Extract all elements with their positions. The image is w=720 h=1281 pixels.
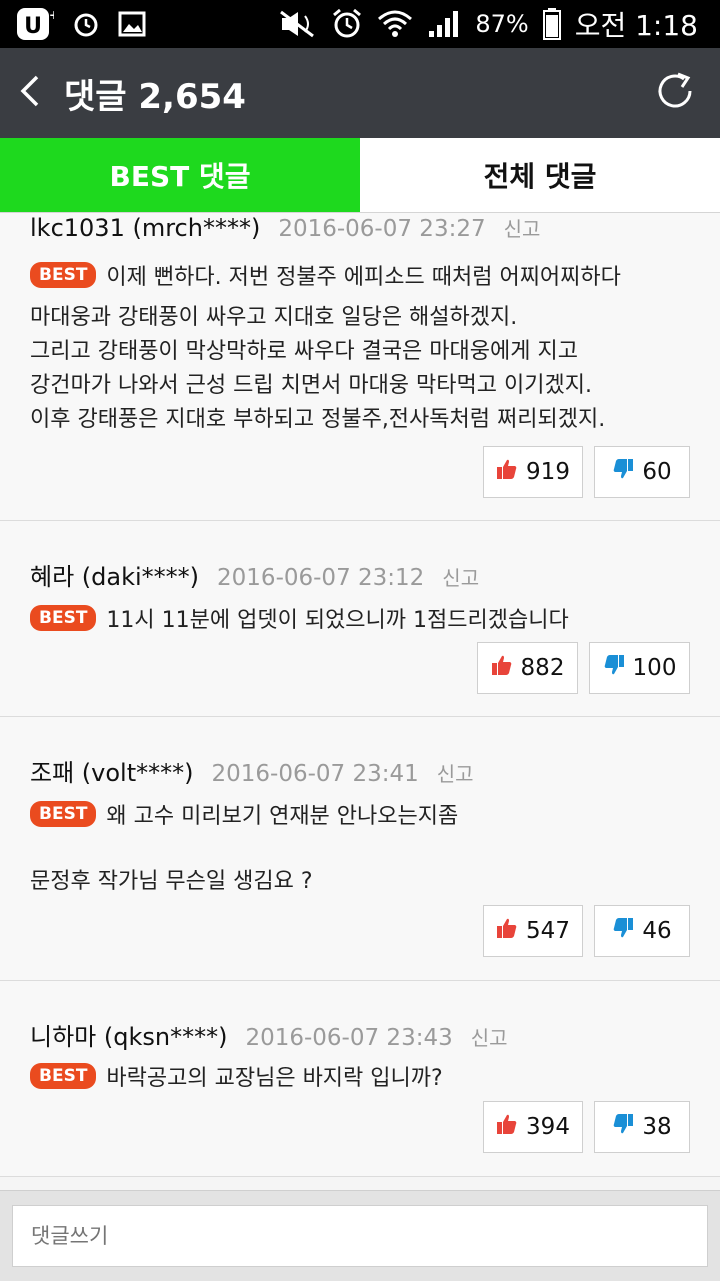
alarm-clock-icon: [72, 10, 100, 38]
wifi-icon: [377, 9, 413, 39]
tab-all-comments[interactable]: 전체 댓글: [360, 138, 720, 212]
comment-best-text: 왜 고수 미리보기 연재분 안나오는지좀: [106, 804, 459, 829]
back-button[interactable]: [0, 48, 60, 138]
comment-line: 마대웅과 강태풍이 싸우고 지대호 일당은 해설하겠지.: [30, 305, 518, 330]
comment-author: 니하마 (qksn****): [30, 1023, 228, 1051]
comment-author: lkc1031 (mrch****): [30, 214, 261, 242]
comment-line: 이후 강태풍은 지대호 부하되고 정불주,전사독처럼 쩌리되겠지.: [30, 407, 606, 432]
tab-best-comments[interactable]: BEST 댓글: [0, 138, 360, 212]
dislike-count: 38: [642, 1114, 672, 1140]
report-link[interactable]: 신고: [471, 1022, 508, 1051]
comment-best-text: 이제 뻔하다. 저번 정불주 에피소드 때처럼 어찌어찌하다: [106, 265, 621, 290]
best-badge: BEST: [30, 1063, 97, 1089]
dislike-count: 46: [642, 918, 672, 944]
comment-body: 마대웅과 강태풍이 싸우고 지대호 일당은 해설하겠지. 그리고 강태풍이 막상…: [30, 301, 690, 437]
signal-icon: [427, 9, 461, 39]
u-plus-icon: U+: [16, 7, 54, 41]
like-count: 394: [526, 1114, 570, 1140]
comment-item: 조패 (volt****) 2016-06-07 23:41 신고 BEST 왜…: [0, 717, 720, 981]
comment-date: 2016-06-07 23:27: [278, 216, 486, 242]
like-count: 882: [520, 655, 565, 681]
page-title: 댓글 2,654: [64, 76, 246, 117]
like-button[interactable]: 547: [483, 905, 583, 957]
best-badge: BEST: [30, 262, 97, 288]
thumbs-down-icon: [612, 1113, 634, 1141]
comment-best-text: 11시 11분에 업뎃이 되었으니까 1점드리겠습니다: [106, 608, 569, 633]
thumbs-up-icon: [496, 917, 518, 945]
comment-date: 2016-06-07 23:41: [211, 761, 419, 787]
like-button[interactable]: 882: [477, 642, 578, 694]
like-button[interactable]: 394: [483, 1101, 583, 1153]
clock-time: 오전 1:18: [574, 9, 698, 42]
comment-author: 조패 (volt****): [30, 759, 194, 787]
report-link[interactable]: 신고: [504, 213, 541, 242]
svg-text:U: U: [24, 14, 42, 39]
refresh-icon: [654, 70, 696, 116]
battery-percent: 87%: [475, 10, 529, 38]
app-bar: 댓글 2,654: [0, 48, 720, 138]
dislike-button[interactable]: 100: [589, 642, 690, 694]
back-icon: [19, 74, 41, 112]
comment-item: 니하마 (qksn****) 2016-06-07 23:43 신고 BEST …: [0, 981, 720, 1177]
comment-author: 혜라 (daki****): [30, 563, 200, 591]
report-link[interactable]: 신고: [442, 562, 479, 591]
battery-icon: [542, 8, 561, 40]
comment-line: 문정후 작가님 무슨일 생김요 ?: [30, 869, 313, 894]
comment-body: 문정후 작가님 무슨일 생김요 ?: [30, 865, 690, 899]
best-badge: BEST: [30, 801, 97, 827]
comment-list[interactable]: lkc1031 (mrch****) 2016-06-07 23:27 신고 B…: [0, 213, 720, 1190]
mute-icon: [279, 10, 317, 38]
svg-text:+: +: [49, 8, 54, 22]
comment-item: lkc1031 (mrch****) 2016-06-07 23:27 신고 B…: [0, 213, 720, 521]
comment-tabs: BEST 댓글 전체 댓글: [0, 138, 720, 213]
dislike-button[interactable]: 46: [594, 905, 690, 957]
like-button[interactable]: 919: [483, 446, 583, 498]
best-badge: BEST: [30, 605, 97, 631]
comment-date: 2016-06-07 23:12: [217, 565, 425, 591]
alarm-icon: [331, 8, 363, 40]
thumbs-up-icon: [491, 654, 513, 682]
comment-item: 혜라 (daki****) 2016-06-07 23:12 신고 BEST 1…: [0, 521, 720, 717]
image-icon: [118, 10, 146, 38]
thumbs-up-icon: [496, 1113, 518, 1141]
comment-input-bar: [0, 1190, 720, 1281]
comment-input[interactable]: [12, 1205, 708, 1267]
thumbs-down-icon: [603, 654, 625, 682]
thumbs-up-icon: [496, 458, 518, 486]
like-count: 547: [526, 918, 570, 944]
status-bar: U+ 87% 오전 1:18: [0, 0, 720, 48]
dislike-count: 100: [632, 655, 677, 681]
dislike-button[interactable]: 60: [594, 446, 690, 498]
comment-date: 2016-06-07 23:43: [245, 1025, 453, 1051]
thumbs-down-icon: [612, 458, 634, 486]
like-count: 919: [526, 459, 570, 485]
thumbs-down-icon: [612, 917, 634, 945]
dislike-button[interactable]: 38: [594, 1101, 690, 1153]
dislike-count: 60: [642, 459, 672, 485]
comment-line: 그리고 강태풍이 막상막하로 싸우다 결국은 마대웅에게 지고: [30, 339, 578, 364]
report-link[interactable]: 신고: [437, 758, 474, 787]
refresh-button[interactable]: [630, 48, 720, 138]
comment-best-text: 바락공고의 교장님은 바지락 입니까?: [106, 1066, 443, 1091]
comment-line: 강건마가 나와서 근성 드립 치면서 마대웅 막타먹고 이기겠지.: [30, 373, 592, 398]
